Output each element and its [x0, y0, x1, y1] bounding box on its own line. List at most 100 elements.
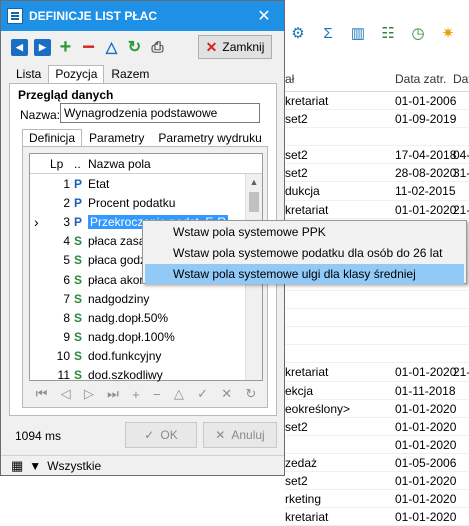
cell-type: S	[74, 310, 83, 325]
bg-table-row[interactable]	[285, 128, 469, 147]
bg-table-row[interactable]	[285, 345, 469, 364]
close-icon[interactable]: ✕	[244, 1, 284, 31]
gear-icon[interactable]: ⚙	[289, 24, 307, 42]
tab-lista[interactable]: Lista	[9, 65, 48, 83]
tab-definicja[interactable]: Definicja	[22, 129, 83, 147]
menu-item-ppk[interactable]: Wstaw pola systemowe PPK	[145, 222, 464, 242]
post-record-icon[interactable]: ✓	[197, 386, 208, 402]
grid-row[interactable]: 1 P Etat	[30, 174, 262, 193]
edit-record-icon[interactable]: △	[174, 386, 184, 402]
scroll-thumb[interactable]	[249, 192, 259, 212]
ok-button-label: OK	[160, 428, 178, 442]
col-header-type[interactable]: ..	[74, 154, 86, 173]
bg-table-row[interactable]	[285, 291, 469, 310]
tab-pozycja[interactable]: Pozycja	[48, 65, 105, 83]
ok-button[interactable]: ✓ OK	[125, 422, 197, 448]
col-header-lp[interactable]: Lp	[46, 154, 74, 173]
bg-table-cell: 31-	[453, 166, 469, 181]
filter-label[interactable]: Wszystkie	[47, 459, 101, 473]
prior-record-icon[interactable]: ◁	[61, 386, 71, 402]
next-record-icon[interactable]: ▷	[84, 386, 94, 402]
name-field[interactable]: Wynagrodzenia podstawowe	[60, 103, 260, 123]
bg-table-row[interactable]: eokreślony> 01-01-2020	[285, 400, 469, 418]
list-check-icon[interactable]: ☷	[379, 24, 397, 42]
grid-row[interactable]: 9 Snadg.dopł.100%	[30, 328, 262, 347]
columns-icon[interactable]: ▥	[349, 24, 367, 42]
bg-table-cell: 01-01-2020	[395, 437, 457, 452]
filter-icon[interactable]: ▼	[29, 459, 41, 473]
menu-item-klasa-srednia[interactable]: Wstaw pola systemowe ulgi dla klasy śred…	[145, 264, 464, 284]
cancel-button[interactable]: ✕ Anuluj	[203, 422, 277, 448]
bg-table-row[interactable]	[285, 327, 469, 346]
delete-record-icon[interactable]: −	[153, 387, 161, 402]
bg-table-row[interactable]: set2 01-09-2019	[285, 110, 469, 129]
grid-header: Lp .. Nazwa pola	[30, 154, 262, 174]
bg-table-cell: set2	[285, 419, 308, 434]
bg-table-row[interactable]: ekcja 01-11-2018	[285, 382, 469, 400]
bg-table-cell	[453, 110, 469, 127]
cell-lp: 8	[63, 310, 70, 325]
bg-table-cell: 21-	[453, 202, 469, 217]
delete-icon[interactable]: −	[80, 34, 97, 59]
bg-table-row[interactable]: kretariat 01-01-2020 21-	[285, 363, 469, 382]
edit-triangle-icon[interactable]: △	[103, 39, 120, 56]
sun-icon[interactable]: ✷	[439, 24, 457, 42]
grid-row[interactable]: 2 P Procent podatku	[30, 193, 262, 212]
insert-record-icon[interactable]: +	[132, 387, 140, 402]
col-header-name[interactable]: Nazwa pola	[86, 154, 244, 173]
bg-table-cell: rketing	[285, 492, 322, 507]
bg-table-row[interactable]: dukcja 11-02-2015	[285, 182, 469, 201]
menu-item-ulga-mlodych[interactable]: Wstaw pola systemowe podatku dla osób do…	[145, 243, 464, 263]
grid-row[interactable]: 10 Sdod.funkcyjny	[30, 347, 262, 366]
bg-table-cell: 21-	[453, 365, 469, 380]
clock-add-icon[interactable]: ◷	[409, 24, 427, 42]
next-icon[interactable]: ▶	[34, 38, 51, 56]
bg-table-row[interactable]: set2 01-01-2020	[285, 472, 469, 491]
bg-table-row[interactable]: kretariat 01-01-2020 21-	[285, 201, 469, 219]
bg-table-row[interactable]: kretariat 01-01-2006	[285, 92, 469, 111]
previous-icon[interactable]: ◀	[11, 38, 28, 56]
bg-col-header[interactable]: Data zatr.	[395, 66, 453, 91]
grid-view-icon[interactable]: ▦	[11, 458, 23, 474]
grid-row[interactable]: 8 Snadg.dopł.50%	[30, 308, 262, 327]
last-record-icon[interactable]: ⏭	[107, 386, 119, 402]
bg-table-row[interactable]: set2 17-04-2018 04-	[285, 146, 469, 165]
print-icon[interactable]: ⎙	[149, 39, 166, 56]
bg-table-row[interactable]: kretariat 01-01-2020	[285, 508, 469, 526]
bg-table-cell	[395, 345, 453, 362]
cell-name: nadg.dopł.100%	[86, 330, 244, 344]
add-icon[interactable]: +	[57, 36, 74, 58]
bg-table-row[interactable]: 01-01-2020	[285, 436, 469, 454]
cell-lp: 5	[63, 253, 70, 268]
tab-parametry-wydruku[interactable]: Parametry wydruku	[151, 129, 268, 147]
scroll-up-icon[interactable]: ▲	[246, 174, 262, 191]
row-indicator-header	[30, 154, 46, 173]
bg-col-header[interactable]: ał	[285, 66, 395, 91]
tab-parametry[interactable]: Parametry	[82, 129, 151, 147]
cell-name-text: nadg.dopł.50%	[88, 310, 169, 325]
bg-table-cell: 01-01-2020	[395, 473, 457, 488]
bg-table-row[interactable]: set2 01-01-2020	[285, 418, 469, 436]
cell-type: P	[74, 195, 83, 210]
bg-table-cell: ekcja	[285, 383, 314, 398]
cell-lp: 7	[63, 291, 70, 306]
cancel-record-icon[interactable]: ✕	[221, 386, 232, 402]
sum-icon[interactable]: Σ	[319, 24, 337, 42]
bg-table-row[interactable]: set2 28-08-2020 31-	[285, 164, 469, 183]
bg-col-header[interactable]: Dat	[453, 66, 469, 91]
grid-row[interactable]: 11 Sdod.szkodliwy	[30, 366, 262, 385]
grid-row[interactable]: 7 Snadgodziny	[30, 289, 262, 308]
bg-table-row[interactable]: rketing 01-01-2020	[285, 490, 469, 509]
tab-razem[interactable]: Razem	[104, 65, 156, 83]
bg-table-row[interactable]	[285, 309, 469, 328]
bg-table-cell: 01-11-2018	[395, 383, 456, 398]
bg-table-row[interactable]: zedaż 01-05-2006	[285, 454, 469, 472]
refresh-icon[interactable]: ↻	[126, 39, 143, 56]
cell-type: S	[74, 330, 83, 345]
first-record-icon[interactable]: ⏮	[36, 386, 48, 402]
refresh-record-icon[interactable]: ↻	[245, 386, 256, 402]
grid-navigator: ⏮ ◁ ▷ ⏭ + − △ ✓ ✕ ↻	[29, 385, 263, 403]
close-button[interactable]: ✕ Zamknij	[198, 35, 272, 59]
bg-table-cell: 28-08-2020	[395, 166, 457, 181]
timing-label: 1094 ms	[15, 429, 62, 443]
